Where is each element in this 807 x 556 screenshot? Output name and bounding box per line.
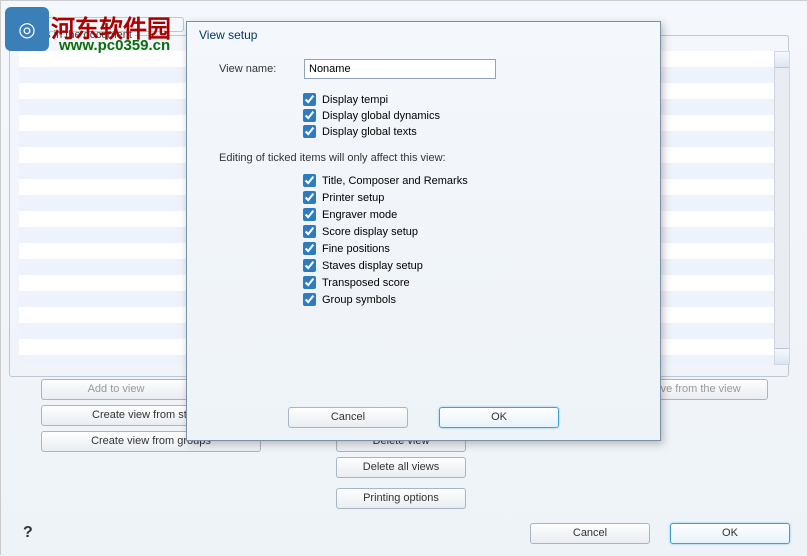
title-composer-label: Title, Composer and Remarks [322,175,468,187]
transposed-score-checkbox[interactable] [303,276,316,289]
dialog-title: View setup [187,22,660,45]
view-setup-dialog: View setup View name: Display tempi Disp… [186,21,661,441]
views-legend: Views [14,11,49,23]
group-symbols-label: Group symbols [322,294,396,306]
modal-cancel-button[interactable]: Cancel [288,407,408,428]
add-to-view-button[interactable]: Add to view [41,379,191,400]
list-scrollbar[interactable] [774,51,790,365]
fine-positions-label: Fine positions [322,243,390,255]
title-composer-checkbox[interactable] [303,174,316,187]
group-symbols-checkbox[interactable] [303,293,316,306]
engraver-mode-label: Engraver mode [322,209,397,221]
modal-ok-button[interactable]: OK [439,407,559,428]
delete-all-views-button[interactable]: Delete all views [336,457,466,478]
display-tempi-checkbox[interactable] [303,93,316,106]
scroll-up-icon[interactable] [775,52,789,68]
bg-ok-button[interactable]: OK [670,523,790,544]
view-name-label: View name: [219,63,304,75]
printer-setup-checkbox[interactable] [303,191,316,204]
staves-display-checkbox[interactable] [303,259,316,272]
display-global-dynamics-checkbox[interactable] [303,109,316,122]
scroll-down-icon[interactable] [775,348,789,364]
engraver-mode-checkbox[interactable] [303,208,316,221]
transposed-score-label: Transposed score [322,277,410,289]
staves-display-label: Staves display setup [322,260,423,272]
display-tempi-label: Display tempi [322,94,388,106]
view-name-input[interactable] [304,59,496,79]
staves-legend: Staves in the document [14,29,135,41]
editing-section-label: Editing of ticked items will only affect… [219,152,644,164]
printing-options-button[interactable]: Printing options [336,488,466,509]
fine-positions-checkbox[interactable] [303,242,316,255]
score-display-checkbox[interactable] [303,225,316,238]
printer-setup-label: Printer setup [322,192,384,204]
display-global-texts-checkbox[interactable] [303,125,316,138]
bg-cancel-button[interactable]: Cancel [530,523,650,544]
help-icon[interactable]: ? [23,524,33,542]
display-global-texts-label: Display global texts [322,126,417,138]
score-display-label: Score display setup [322,226,418,238]
display-global-dynamics-label: Display global dynamics [322,110,440,122]
